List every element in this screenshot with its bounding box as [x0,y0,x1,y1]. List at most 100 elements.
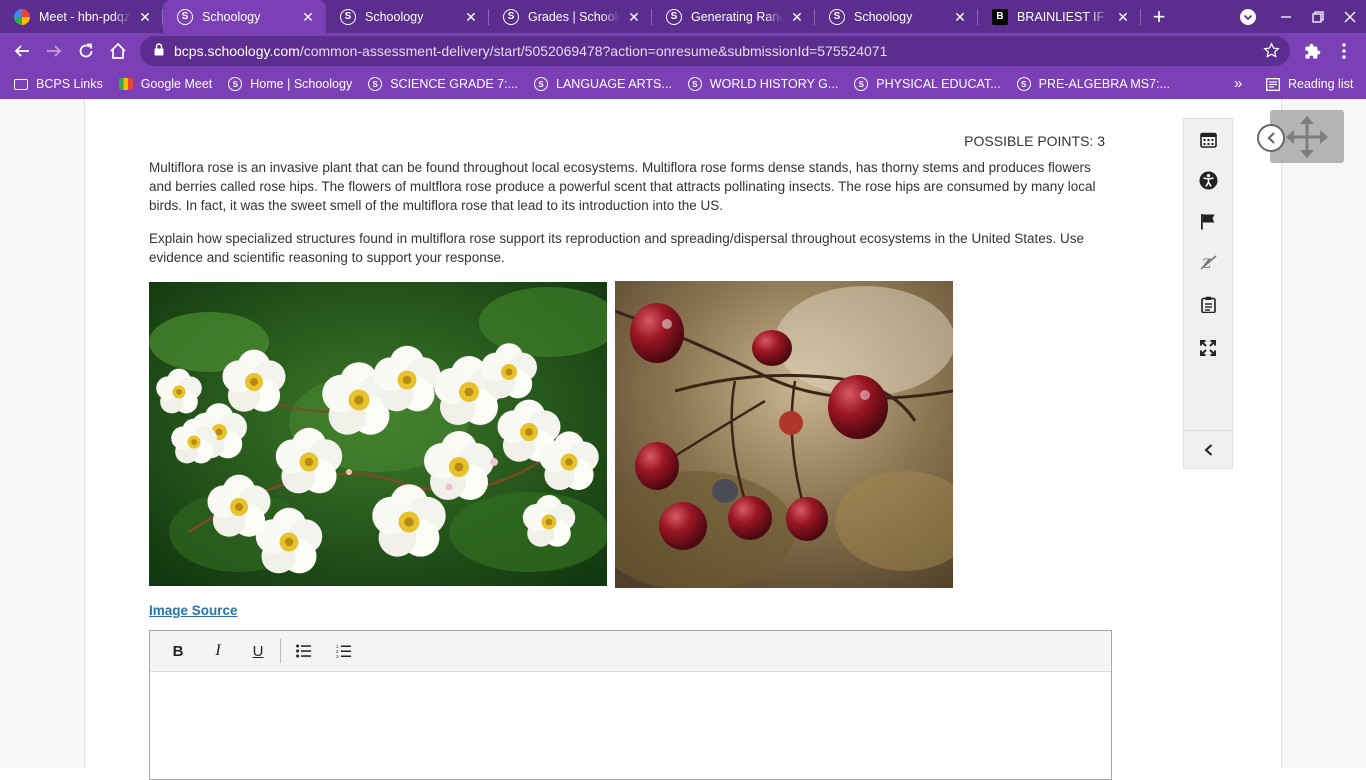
schoology-icon: S [534,77,549,91]
schoology-icon: S [829,8,845,25]
forward-button[interactable] [38,35,70,67]
question-paragraph-1: Multiflora rose is an invasive plant tha… [149,160,1096,213]
close-icon[interactable]: ✕ [952,9,968,25]
tab-3[interactable]: S Grades | Schoology ✕ [489,0,652,33]
url-host: bcps.schoology.com [174,43,300,59]
tab-title: Meet - hbn-pdqz-tib [39,9,131,24]
bulleted-list-button[interactable] [283,636,323,666]
calculator-button[interactable] [1184,125,1232,153]
tab-search-button[interactable] [1232,0,1264,33]
assessment-paper: POSSIBLE POINTS: 3 Multiflora rose is an… [84,99,1344,780]
reading-list-icon [1266,77,1280,91]
tab-0[interactable]: Meet - hbn-pdqz-tib ✕ [0,0,163,33]
schoology-icon: S [177,8,193,25]
bookmark-pre-algebra[interactable]: S PRE-ALGEBRA MS7:... [1016,77,1170,91]
schoology-icon: S [368,77,383,91]
response-text-area[interactable] [150,672,1111,780]
answer-eliminator-button[interactable]: Z [1184,248,1232,276]
puzzle-icon [1304,43,1320,59]
tab-title: Schoology [365,9,424,24]
kebab-menu-icon [1342,43,1346,59]
editor-toolbar: B I U 123 [150,631,1111,672]
bold-button[interactable]: B [158,636,198,666]
close-icon [1344,11,1356,22]
flag-question-button[interactable] [1184,207,1232,235]
new-tab-button[interactable]: + [1141,0,1177,33]
bookmarks-overflow-button[interactable]: » [1234,75,1242,92]
close-window-button[interactable] [1334,0,1366,33]
tab-title: BRAINLIEST IF CORR [1017,9,1109,24]
close-icon[interactable]: ✕ [626,9,642,25]
close-icon[interactable]: ✕ [789,9,805,25]
home-button[interactable] [102,35,134,67]
tab-2[interactable]: S Schoology ✕ [326,0,489,33]
response-editor: B I U 123 [149,630,1112,780]
google-meet-icon [14,8,30,25]
assessment-tools-panel: Z [1183,118,1233,469]
bookmark-language-arts[interactable]: S LANGUAGE ARTS... [534,77,672,91]
numbered-list-button[interactable]: 123 [323,636,363,666]
close-icon[interactable]: ✕ [1115,9,1131,25]
numbered-list-icon: 123 [336,644,351,659]
tab-6[interactable]: B BRAINLIEST IF CORR ✕ [978,0,1141,33]
brainly-icon: B [992,8,1008,25]
tab-strip: Meet - hbn-pdqz-tib ✕ S Schoology ✕ S Sc… [0,0,1366,33]
fullscreen-button[interactable] [1184,334,1232,362]
restore-button[interactable] [1302,0,1334,33]
menu-button[interactable] [1328,35,1360,67]
schoology-icon: S [666,8,682,25]
italic-button[interactable]: I [198,636,238,666]
folder-icon [14,78,28,90]
collapse-panel-button[interactable] [1184,430,1232,468]
page-content: POSSIBLE POINTS: 3 Multiflora rose is an… [0,99,1366,780]
bookmark-home-schoology[interactable]: S Home | Schoology [228,77,352,91]
bookmark-science[interactable]: S SCIENCE GRADE 7:... [368,77,518,91]
underline-button[interactable]: U [238,636,278,666]
extensions-button[interactable] [1296,35,1328,67]
tab-title: Grades | Schoology [528,9,620,24]
notepad-button[interactable] [1184,290,1232,318]
multiflora-rose-flowers-image [149,282,607,586]
bookmark-google-meet[interactable]: Google Meet [118,77,212,91]
back-circle-button[interactable] [1257,124,1285,152]
chevron-down-icon [1240,8,1256,25]
svg-text:Z: Z [1201,256,1211,271]
accessibility-button[interactable] [1184,166,1232,194]
question-paragraph-2: Explain how specialized structures found… [149,231,1085,265]
close-icon[interactable]: ✕ [463,9,479,25]
star-icon[interactable] [1263,42,1280,62]
question-prompt: Multiflora rose is an invasive plant tha… [149,158,1114,281]
browser-toolbar: bcps.schoology.com/common-assessment-del… [0,33,1366,69]
image-source-link[interactable]: Image Source [149,603,238,618]
schoology-icon: S [228,77,243,91]
arrow-left-icon [14,45,29,57]
google-meet-icon [118,78,133,90]
clipboard-icon [1200,296,1216,313]
bookmark-world-history[interactable]: S WORLD HISTORY G... [687,77,838,91]
arrow-right-icon [47,45,62,57]
back-button[interactable] [6,35,38,67]
bookmark-physical-education[interactable]: S PHYSICAL EDUCAT... [854,77,1001,91]
address-bar[interactable]: bcps.schoology.com/common-assessment-del… [140,36,1290,66]
move-arrows-icon [1286,115,1328,158]
accessibility-icon [1199,171,1217,189]
chevron-left-icon [1266,132,1275,144]
tab-1[interactable]: S Schoology ✕ [163,0,326,33]
tab-5[interactable]: S Schoology ✕ [815,0,978,33]
bookmarks-bar: BCPS Links Google Meet S Home | Schoology… [0,69,1366,99]
schoology-icon: S [1016,77,1031,91]
bookmark-bcps-links[interactable]: BCPS Links [14,77,103,91]
close-icon[interactable]: ✕ [137,9,153,25]
tab-4[interactable]: S Generating Random ✕ [652,0,815,33]
calendar-icon [1199,132,1217,148]
rose-hips-image [615,281,953,588]
reload-icon [79,43,93,58]
minimize-button[interactable] [1270,0,1302,33]
home-icon [110,42,126,59]
close-icon[interactable]: ✕ [300,9,316,25]
minimize-icon [1281,15,1291,18]
reload-button[interactable] [70,35,102,67]
reading-list-button[interactable]: Reading list [1266,77,1353,91]
schoology-icon: S [687,77,702,91]
schoology-icon: S [854,77,869,91]
